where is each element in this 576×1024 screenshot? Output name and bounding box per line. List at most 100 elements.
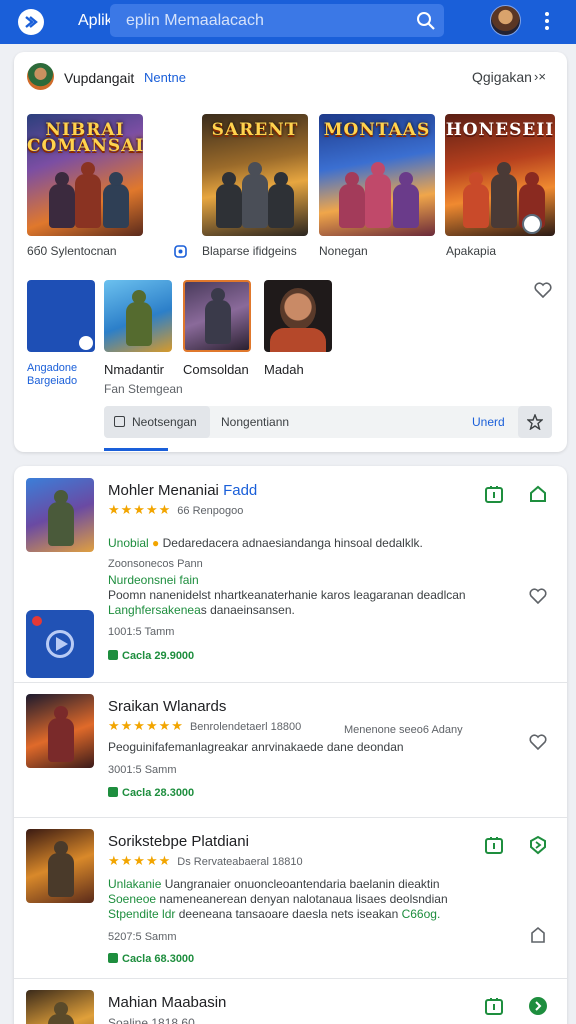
app-title: Sraikan Wlanards: [108, 698, 227, 715]
list-item[interactable]: Sorikstebpe Platdiani ★★★★★ Ds Rervateaba…: [14, 819, 567, 979]
game-character: [491, 162, 517, 228]
tab-label: Neotsengan: [132, 415, 197, 429]
game-character: [48, 706, 74, 762]
game-character: [216, 172, 242, 228]
star-rating: ★★★★★ Ds Rervateabaeral 18810: [108, 853, 303, 868]
app-logo-icon[interactable]: [18, 9, 44, 35]
see-all-link[interactable]: Qgigakan: [472, 69, 532, 85]
install-icon[interactable]: [484, 835, 504, 855]
game-art-title: SARENT: [211, 120, 299, 140]
featured-game-3[interactable]: MONTAAS: [319, 114, 435, 236]
video-preview[interactable]: [26, 610, 94, 678]
game-caption: Apakapia: [446, 244, 497, 258]
app-description: Peoguinifafemanlagreakar anrvinakaede da…: [108, 740, 404, 754]
list-item[interactable]: Mahian Maabasin Soaline 1818 60: [14, 980, 567, 1024]
app-tile-4[interactable]: [264, 280, 332, 352]
game-character: [126, 290, 152, 346]
app-tile-2[interactable]: [104, 280, 172, 352]
download-badge-icon[interactable]: [522, 214, 542, 234]
game-character: [48, 490, 74, 546]
app-detail: Stpendite ldr deeneana tansaoare daesla …: [108, 907, 441, 921]
game-character: [49, 172, 75, 228]
featured-game-1[interactable]: NIBRAI COMANSAI: [27, 114, 143, 236]
app-meta: Soaline 1818 60: [108, 1016, 195, 1024]
app-thumbnail[interactable]: [26, 478, 94, 552]
featured-card: Vupdangait Nentne Qgigakan ›× NIBRAI COM…: [14, 52, 567, 452]
star-rating: ★★★★★★ Benrolendetaerl 18800: [108, 718, 302, 733]
game-character: [48, 841, 74, 897]
check-badge-icon: [79, 336, 93, 350]
app-title: Mahian Maabasin: [108, 994, 227, 1011]
game-caption: Nonegan: [319, 244, 368, 258]
list-item[interactable]: Mohler Menaniai Fadd ★★★★★ 66 Renpogoo Un…: [14, 466, 567, 683]
tab-second[interactable]: Nongentiann: [221, 415, 289, 429]
app-title: Sorikstebpe Platdiani: [108, 833, 249, 850]
game-caption: Blaparse ifidgeins: [202, 244, 297, 258]
game-art-title: HONESEII: [445, 120, 555, 140]
close-icon[interactable]: ›×: [534, 69, 546, 84]
install-icon[interactable]: [484, 996, 504, 1016]
featured-game-2[interactable]: SARENT: [202, 114, 308, 236]
app-thumbnail[interactable]: [26, 829, 94, 903]
app-thumbnail[interactable]: [26, 694, 94, 768]
portrait-body: [270, 328, 326, 352]
game-art-title: MONTAAS: [323, 120, 431, 140]
tile-subcaption: Fan Stemgean: [104, 382, 183, 396]
bookmark-icon[interactable]: [528, 925, 548, 945]
game-character: [339, 172, 365, 228]
share-icon[interactable]: [528, 484, 548, 504]
game-character: [463, 172, 489, 228]
game-character: [103, 172, 129, 228]
heart-icon[interactable]: [534, 282, 552, 298]
app-tile-1[interactable]: [27, 280, 95, 352]
more-vertical-icon[interactable]: [543, 12, 551, 32]
user-avatar[interactable]: [27, 63, 54, 90]
game-character: [205, 288, 231, 344]
tab-link[interactable]: Unerd: [472, 415, 505, 429]
tile-caption: Nmadantir: [104, 362, 164, 377]
game-character: [75, 162, 101, 228]
tile-caption: Angadone Bargeiado: [27, 362, 78, 387]
app-detail: Nurdeonsnei fain: [108, 573, 199, 587]
game-character: [268, 172, 294, 228]
app-title: Mohler Menaniai Fadd: [108, 482, 258, 499]
app-size: 5207:5 Samm: [108, 931, 177, 943]
search-bar[interactable]: [110, 4, 444, 37]
app-list-card: Mohler Menaniai Fadd ★★★★★ 66 Renpogoo Un…: [14, 466, 567, 1024]
app-tile-3[interactable]: [183, 280, 251, 352]
arrow-right-icon[interactable]: [528, 996, 548, 1016]
app-size: 3001:5 Samm: [108, 764, 177, 776]
star-button[interactable]: [518, 406, 552, 438]
tab-active[interactable]: Neotsengan: [104, 406, 210, 438]
install-icon[interactable]: [484, 484, 504, 504]
game-character: [393, 172, 419, 228]
star-icon: [527, 414, 543, 430]
app-price[interactable]: Cacla 68.3000: [108, 953, 194, 965]
app-price[interactable]: Cacla 29.9000: [108, 650, 194, 662]
shield-icon[interactable]: [528, 835, 548, 855]
avatar[interactable]: [490, 5, 521, 36]
app-thumbnail[interactable]: [26, 990, 94, 1024]
search-input[interactable]: [110, 4, 410, 37]
app-tag: Fadd: [223, 482, 258, 499]
game-art-title: NIBRAI COMANSAI: [27, 120, 143, 156]
app-meta: Menenone seeo6 Adany: [344, 724, 463, 736]
app-detail: Soeneoe nameneanerean denyan nalotanaua …: [108, 892, 448, 906]
search-icon[interactable]: [416, 11, 436, 31]
star-rating: ★★★★★ 66 Renpogoo: [108, 502, 244, 517]
ad-info-icon[interactable]: [174, 245, 187, 258]
heart-icon[interactable]: [528, 586, 548, 606]
list-item[interactable]: Sraikan Wlanards ★★★★★★ Benrolendetaerl 1…: [14, 684, 567, 818]
app-description: Unobial ● Dedaredacera adnaesiandanga hi…: [108, 536, 423, 550]
follow-link[interactable]: Nentne: [144, 70, 186, 85]
tab-bar: Neotsengan Nongentiann Unerd: [104, 406, 552, 438]
app-detail: Zoonsonecos Pann: [108, 558, 203, 570]
game-character: [365, 162, 391, 228]
heart-icon[interactable]: [528, 732, 548, 752]
app-size: 1001:5 Tamm: [108, 626, 175, 638]
tile-caption: Madah: [264, 362, 304, 377]
user-name: Vupdangait: [64, 70, 135, 86]
game-caption: 6б0 Sylentocnan: [27, 244, 117, 258]
tab-indicator: [104, 448, 168, 451]
app-price[interactable]: Cacla 28.3000: [108, 787, 194, 799]
